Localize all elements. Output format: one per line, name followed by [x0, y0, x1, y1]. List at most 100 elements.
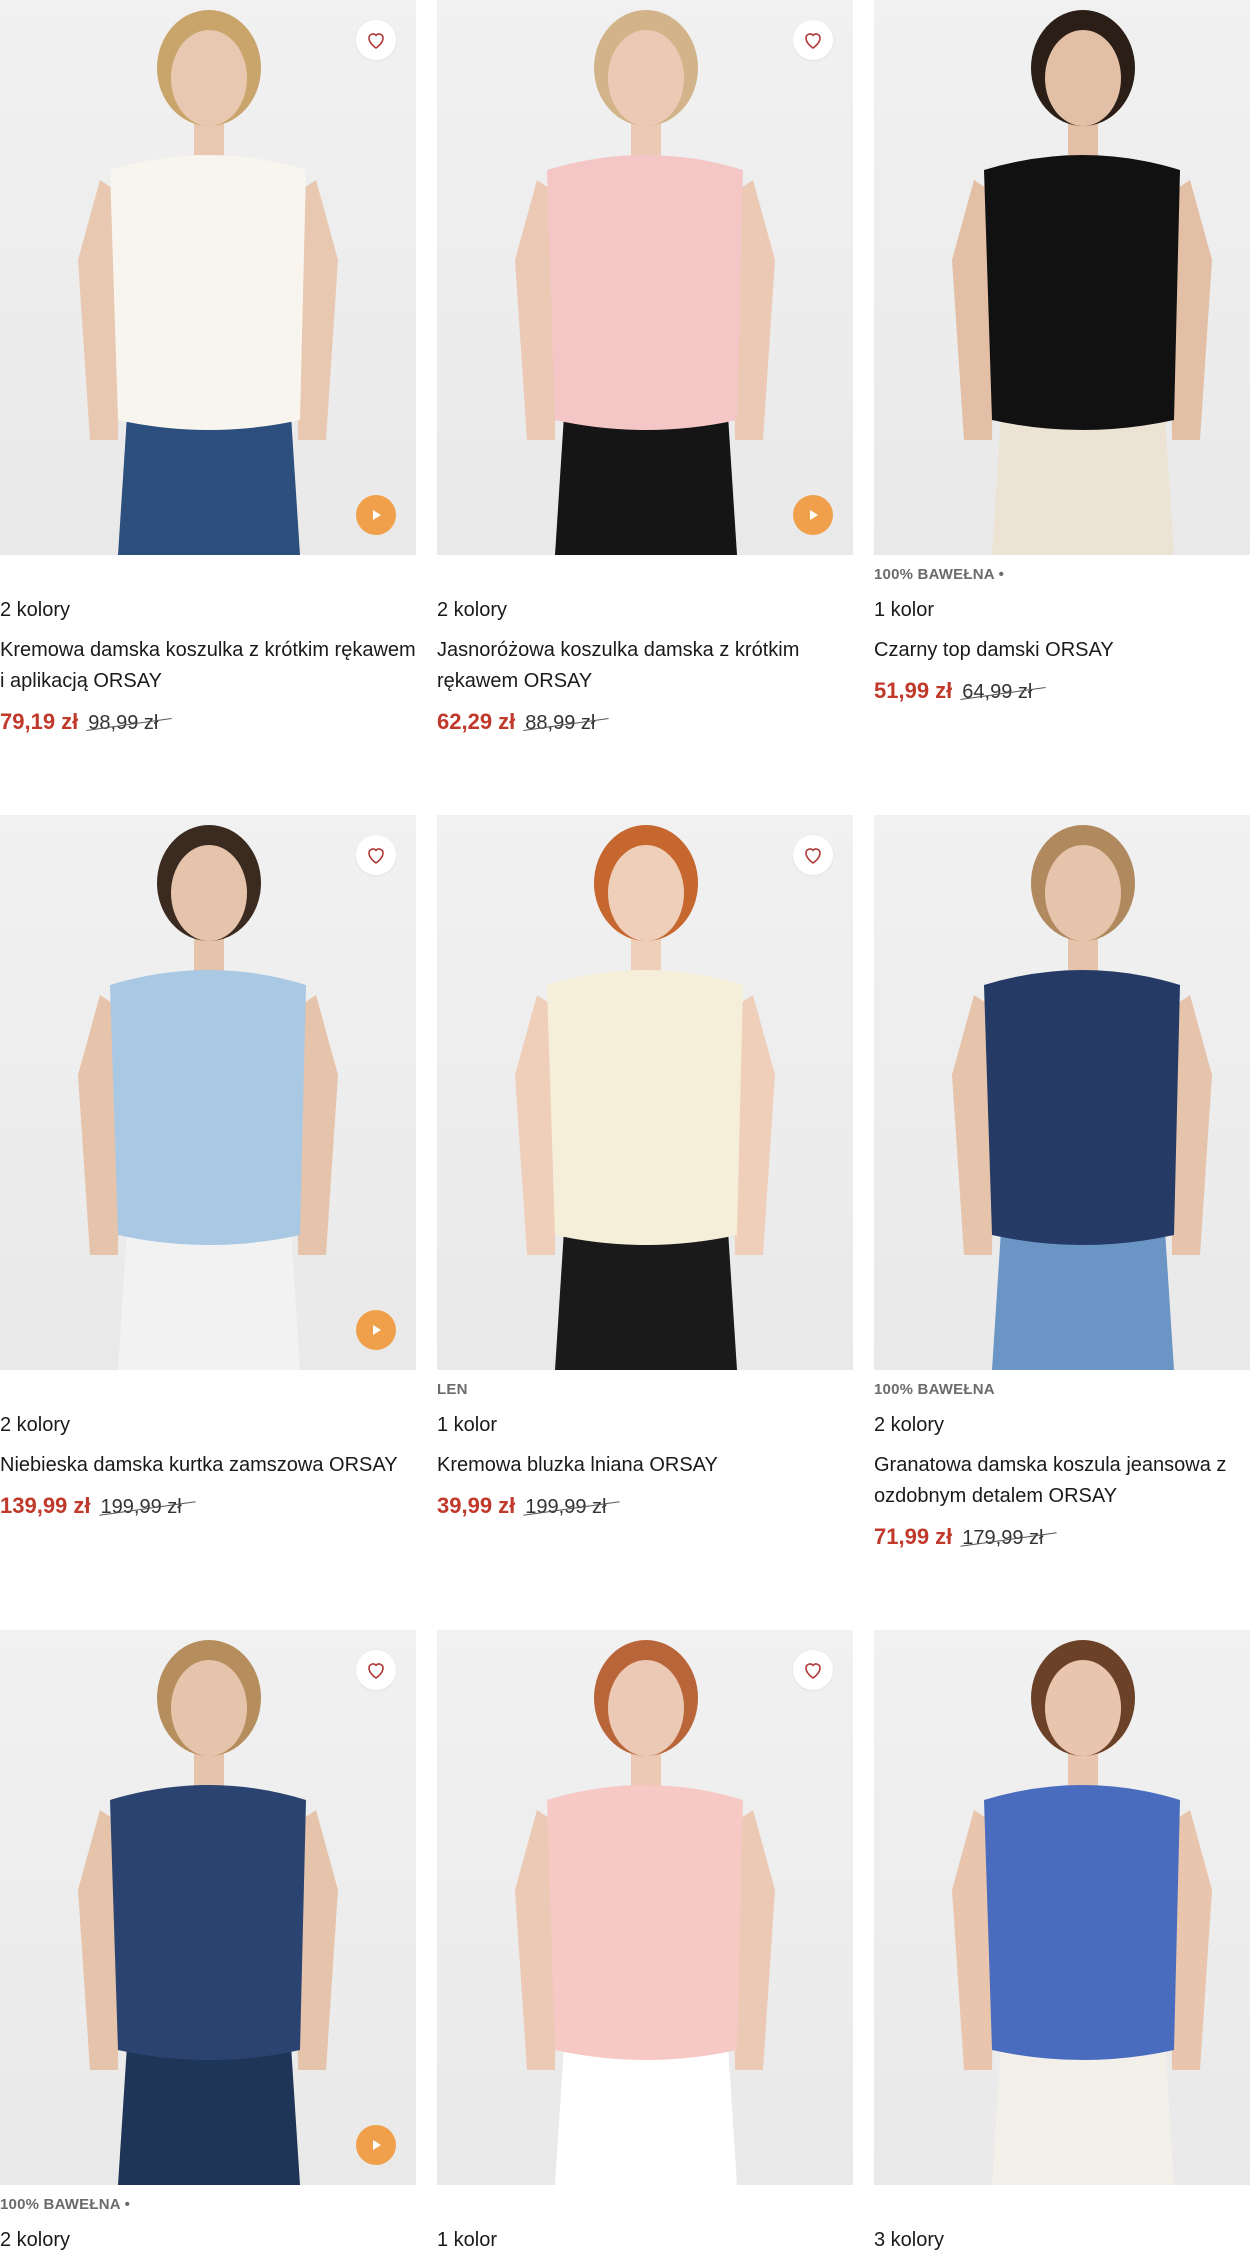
- face-shape: [608, 1660, 684, 1756]
- face-shape: [1045, 845, 1121, 941]
- material-tag: [0, 566, 416, 588]
- product-card[interactable]: 100% BAWEŁNA 2 kolory Granatowa damska k…: [874, 815, 1250, 1550]
- model-figure: [515, 10, 775, 555]
- color-count[interactable]: 2 kolory: [874, 1413, 1250, 1437]
- top-shape: [547, 155, 743, 430]
- sale-price: 139,99 zł: [0, 1493, 91, 1518]
- play-video-button[interactable]: [356, 1310, 396, 1350]
- product-card[interactable]: 2 kolory Jasnoróżowa koszulka damska z k…: [437, 0, 853, 735]
- product-image[interactable]: [0, 1630, 416, 2185]
- favorite-button[interactable]: [793, 20, 833, 60]
- sale-price: 51,99 zł: [874, 678, 953, 703]
- play-video-button[interactable]: [356, 495, 396, 535]
- product-name[interactable]: Kremowa damska koszulka z krótkim rękawe…: [0, 635, 416, 697]
- price-row: 71,99 zł 179,99 zł: [874, 1524, 1250, 1550]
- material-tag: 100% BAWEŁNA: [874, 1381, 995, 1398]
- heart-outline-icon: [805, 33, 821, 49]
- sale-price: 79,19 zł: [0, 709, 79, 734]
- favorite-button[interactable]: [793, 1650, 833, 1690]
- top-shape: [110, 1785, 306, 2060]
- material-tag: 100% BAWEŁNA •: [0, 2196, 131, 2213]
- top-shape: [110, 155, 306, 430]
- color-count[interactable]: 2 kolory: [437, 598, 853, 622]
- top-shape: [984, 155, 1180, 430]
- price-row: 62,29 zł 88,99 zł: [437, 709, 853, 735]
- product-image[interactable]: [874, 1630, 1250, 2185]
- price-row: 39,99 zł 199,99 zł: [437, 1493, 853, 1519]
- product-name[interactable]: Granatowa damska koszula jeansowa z ozdo…: [874, 1450, 1250, 1512]
- face-shape: [171, 845, 247, 941]
- face-shape: [171, 30, 247, 126]
- color-count[interactable]: 2 kolory: [0, 2228, 416, 2252]
- original-price: 88,99 zł: [525, 712, 596, 734]
- material-tag: [0, 1381, 416, 1403]
- face-shape: [1045, 30, 1121, 126]
- play-icon: [810, 510, 818, 520]
- product-image[interactable]: [874, 815, 1250, 1370]
- model-figure: [515, 825, 775, 1370]
- top-shape: [984, 1785, 1180, 2060]
- color-count[interactable]: 2 kolory: [0, 1413, 416, 1437]
- product-image[interactable]: [874, 0, 1250, 555]
- heart-outline-icon: [368, 33, 384, 49]
- product-card[interactable]: 3 kolory: [874, 1630, 1250, 2252]
- heart-outline-icon: [368, 848, 384, 864]
- price-row: 51,99 zł 64,99 zł: [874, 678, 1250, 704]
- product-image[interactable]: [0, 815, 416, 1370]
- top-shape: [984, 970, 1180, 1245]
- color-count[interactable]: 1 kolor: [874, 598, 1250, 622]
- product-name[interactable]: Czarny top damski ORSAY: [874, 635, 1250, 666]
- color-count[interactable]: 1 kolor: [437, 1413, 853, 1437]
- model-figure: [515, 1640, 775, 2185]
- color-count[interactable]: 1 kolor: [437, 2228, 853, 2252]
- favorite-button[interactable]: [356, 1650, 396, 1690]
- original-price: 199,99 zł: [525, 1496, 607, 1518]
- original-price: 199,99 zł: [100, 1496, 182, 1518]
- model-figure: [952, 10, 1212, 555]
- color-count[interactable]: 2 kolory: [0, 598, 416, 622]
- product-image[interactable]: [437, 1630, 853, 2185]
- product-name[interactable]: Jasnoróżowa koszulka damska z krótkim rę…: [437, 635, 853, 697]
- product-card[interactable]: 2 kolory Niebieska damska kurtka zamszow…: [0, 815, 416, 1519]
- heart-outline-icon: [805, 1663, 821, 1679]
- heart-outline-icon: [805, 848, 821, 864]
- material-tag: 100% BAWEŁNA •: [874, 566, 1005, 583]
- face-shape: [171, 1660, 247, 1756]
- face-shape: [1045, 1660, 1121, 1756]
- heart-outline-icon: [368, 1663, 384, 1679]
- product-name[interactable]: Niebieska damska kurtka zamszowa ORSAY: [0, 1450, 416, 1481]
- play-video-button[interactable]: [356, 2125, 396, 2165]
- product-card[interactable]: 1 kolor: [437, 1630, 853, 2252]
- material-tag: [437, 2196, 853, 2218]
- top-shape: [547, 1785, 743, 2060]
- product-grid: 2 kolory Kremowa damska koszulka z krótk…: [0, 0, 1250, 2257]
- model-figure: [78, 10, 338, 555]
- favorite-button[interactable]: [356, 835, 396, 875]
- original-price: 179,99 zł: [962, 1527, 1044, 1549]
- top-shape: [547, 970, 743, 1245]
- product-card[interactable]: 2 kolory Kremowa damska koszulka z krótk…: [0, 0, 416, 735]
- product-card[interactable]: 100% BAWEŁNA • 2 kolory: [0, 1630, 416, 2252]
- model-figure: [952, 1640, 1212, 2185]
- material-tag: LEN: [437, 1381, 468, 1398]
- favorite-button[interactable]: [793, 835, 833, 875]
- top-shape: [110, 970, 306, 1245]
- play-video-button[interactable]: [793, 495, 833, 535]
- model-figure: [952, 825, 1212, 1370]
- face-shape: [608, 845, 684, 941]
- face-shape: [608, 30, 684, 126]
- sale-price: 39,99 zł: [437, 1493, 516, 1518]
- sale-price: 71,99 zł: [874, 1524, 953, 1549]
- material-tag: [874, 2196, 1250, 2218]
- product-card[interactable]: LEN 1 kolor Kremowa bluzka lniana ORSAY …: [437, 815, 853, 1519]
- product-image[interactable]: [437, 815, 853, 1370]
- price-row: 79,19 zł 98,99 zł: [0, 709, 416, 735]
- play-icon: [373, 510, 381, 520]
- color-count[interactable]: 3 kolory: [874, 2228, 1250, 2252]
- product-image[interactable]: [0, 0, 416, 555]
- product-card[interactable]: 100% BAWEŁNA • 1 kolor Czarny top damski…: [874, 0, 1250, 704]
- product-name[interactable]: Kremowa bluzka lniana ORSAY: [437, 1450, 853, 1481]
- favorite-button[interactable]: [356, 20, 396, 60]
- product-image[interactable]: [437, 0, 853, 555]
- play-icon: [373, 1325, 381, 1335]
